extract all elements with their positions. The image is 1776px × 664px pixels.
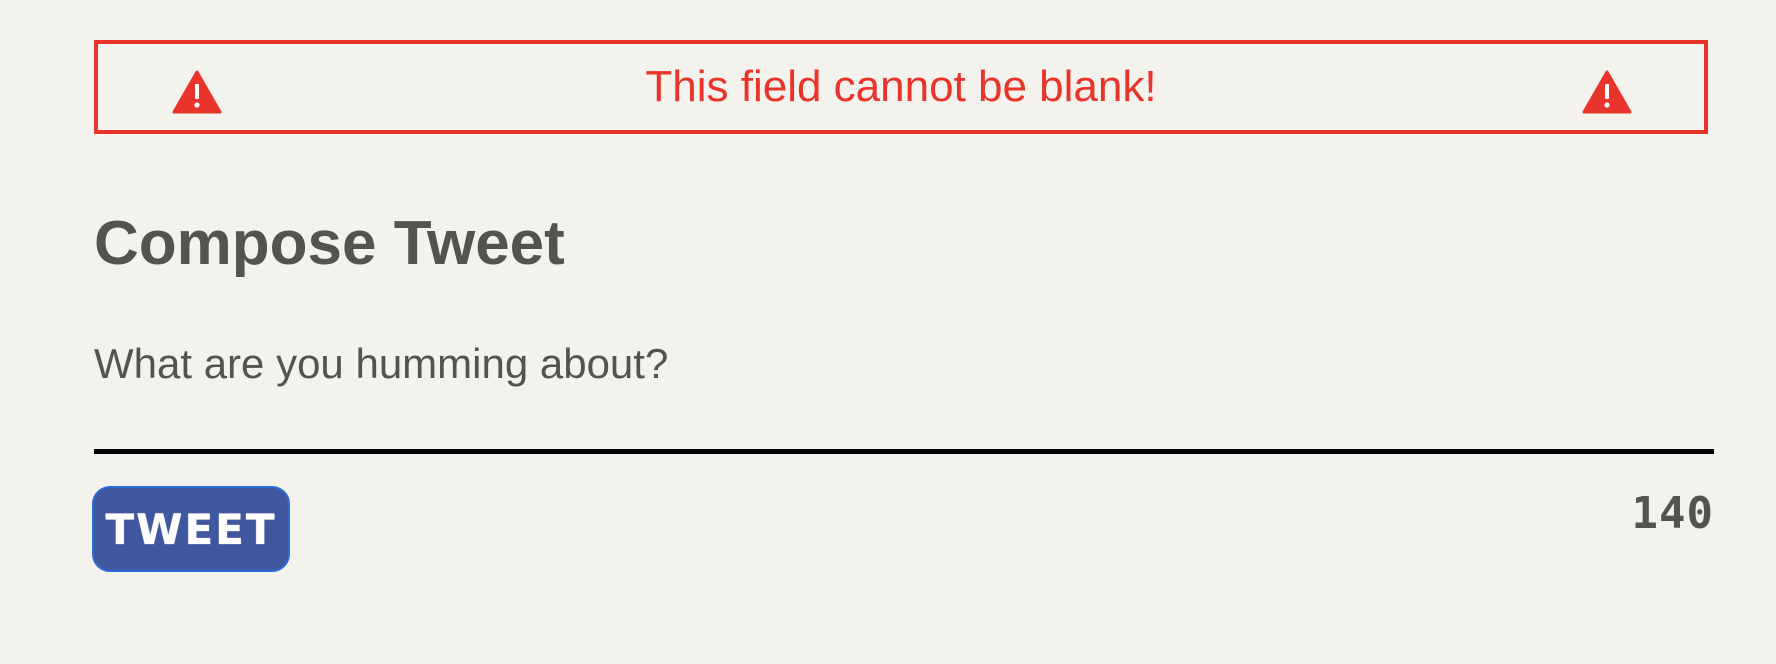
- character-counter: 140: [1631, 488, 1714, 539]
- tweet-button[interactable]: TWEET: [92, 486, 290, 572]
- warning-triangle-icon: [172, 70, 222, 114]
- tweet-text-input[interactable]: [94, 330, 1714, 454]
- page-title: Compose Tweet: [94, 209, 565, 278]
- warning-triangle-icon: [1582, 70, 1632, 114]
- error-banner: This field cannot be blank!: [94, 40, 1708, 134]
- error-message: This field cannot be blank!: [645, 62, 1157, 111]
